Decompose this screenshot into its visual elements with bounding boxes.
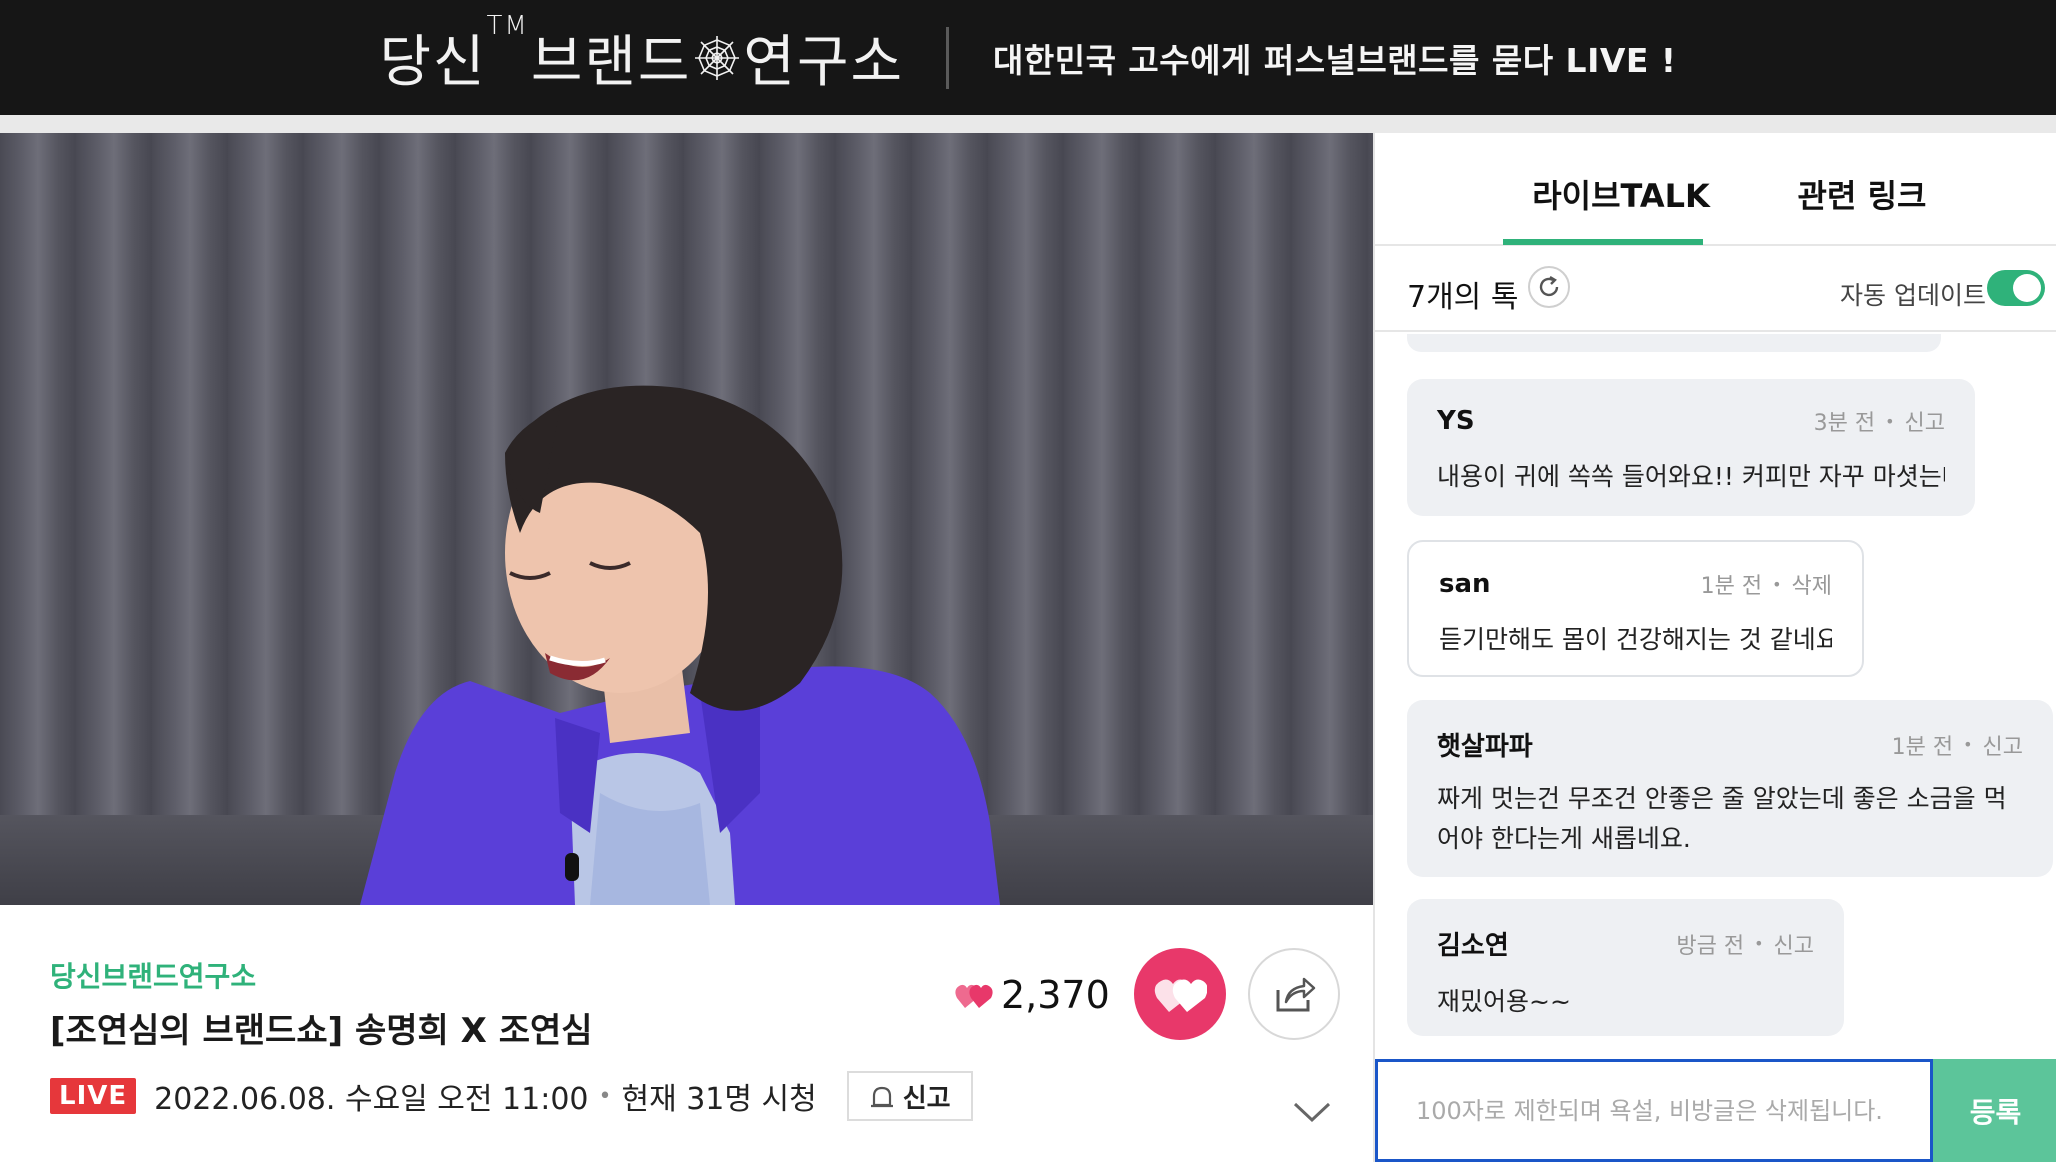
broadcast-meta: LIVE 2022.06.08. 수요일 오전 11:00 • 현재 31명 시… — [50, 1071, 973, 1121]
chat-panel: 라이브TALK 관련 링크 7개의 톡 자동 업데이트 YS 3분 전 • 신고 — [1373, 133, 2056, 1162]
tab-related-links[interactable]: 관련 링크 — [1777, 171, 1947, 217]
chat-message-partial — [1407, 334, 1941, 352]
meta-dot: • — [1754, 934, 1764, 953]
message-text: 재밌어용~~ — [1437, 987, 1571, 1016]
broadcast-date: 2022.06.08. 수요일 오전 11:00 — [154, 1082, 589, 1117]
chat-message: 햇살파파 1분 전 • 신고 짜게 멋는건 무조건 안좋은 줄 알았는데 좋은 … — [1407, 700, 2053, 877]
tab-live-talk[interactable]: 라이브TALK — [1521, 171, 1721, 217]
viewer-count: 현재 31명 시청 — [621, 1082, 817, 1117]
chat-message: 김소연 방금 전 • 신고 재밌어용~~ — [1407, 899, 1844, 1036]
live-badge: LIVE — [50, 1078, 137, 1114]
refresh-button[interactable] — [1528, 266, 1570, 308]
message-time: 1분 전 — [1891, 734, 1954, 760]
brand-logo-text-2: 브랜드 — [530, 30, 692, 95]
share-icon — [1276, 977, 1316, 1012]
like-count: 2,370 — [1001, 973, 1110, 1017]
message-meta: 1분 전 • 삭제 — [1701, 568, 1832, 600]
brand-logo: 당신 TM 브랜드 연구소 — [379, 11, 904, 98]
toggle-knob — [2013, 274, 2041, 302]
message-report-link[interactable]: 신고 — [1774, 928, 1814, 960]
message-text: 내용이 귀에 쏙쏙 들어와요!! 커피만 자꾸 마셧는데 ㅈ — [1437, 462, 1945, 491]
spider-web-icon — [695, 35, 740, 80]
video-title: [조연심의 브랜드쇼] 송명희 X 조연심 — [50, 1011, 593, 1051]
message-author: 햇살파파 — [1437, 732, 1533, 762]
brand-logo-text-3: 연구소 — [743, 30, 904, 95]
submit-button[interactable]: 등록 — [1933, 1059, 2056, 1162]
banner-gap — [0, 115, 2056, 133]
message-delete-link[interactable]: 삭제 — [1792, 568, 1832, 600]
meta-dot: • — [1963, 735, 1973, 754]
talk-count: 7개의 톡 — [1407, 280, 1519, 315]
message-text: 듣기만해도 몸이 건강해지는 것 같네요~!! — [1439, 625, 1832, 654]
refresh-icon — [1539, 275, 1559, 297]
channel-name[interactable]: 당신브랜드연구소 — [50, 955, 256, 995]
chat-input[interactable] — [1375, 1059, 1933, 1162]
report-label: 신고 — [902, 1083, 951, 1114]
message-meta: 3분 전 • 신고 — [1814, 405, 1945, 437]
like-counter: 2,370 — [955, 973, 1110, 1017]
chat-message-list[interactable]: YS 3분 전 • 신고 내용이 귀에 쏙쏙 들어와요!! 커피만 자꾸 마셧는… — [1375, 334, 2056, 1057]
chat-message: YS 3분 전 • 신고 내용이 귀에 쏙쏙 들어와요!! 커피만 자꾸 마셧는… — [1407, 379, 1975, 516]
share-button[interactable] — [1248, 948, 1340, 1040]
message-author: san — [1439, 569, 1491, 599]
message-time: 방금 전 — [1676, 933, 1745, 959]
message-time: 1분 전 — [1700, 574, 1763, 599]
chat-header: 7개의 톡 자동 업데이트 — [1375, 248, 2056, 332]
chat-message: san 1분 전 • 삭제 듣기만해도 몸이 건강해지는 것 같네요~!! — [1407, 540, 1864, 677]
active-tab-indicator — [1503, 239, 1703, 245]
chevron-down-icon[interactable] — [1292, 1100, 1332, 1124]
chat-input-area: 등록 — [1375, 1059, 2056, 1162]
video-player[interactable] — [0, 133, 1373, 905]
chat-tabs: 라이브TALK 관련 링크 — [1375, 133, 2056, 246]
message-report-link[interactable]: 신고 — [1905, 405, 1945, 437]
presenter-figure — [360, 385, 1000, 905]
message-report-link[interactable]: 신고 — [1983, 729, 2023, 761]
report-button[interactable]: 신고 — [846, 1071, 973, 1121]
banner-divider — [945, 26, 949, 89]
hearts-icon — [955, 984, 993, 1008]
message-meta: 1분 전 • 신고 — [1892, 729, 2023, 761]
video-info: 당신브랜드연구소 [조연심의 브랜드쇼] 송명희 X 조연심 2,370 LIV… — [0, 905, 1373, 1162]
auto-update-label: 자동 업데이트 — [1840, 281, 1986, 310]
meta-separator: • — [598, 1083, 612, 1109]
meta-dot: • — [1885, 411, 1895, 431]
banner-tagline: 대한민국 고수에게 퍼스널브랜드를 묻다 LIVE ! — [992, 40, 1677, 80]
brand-logo-text-1: 당신 — [379, 30, 487, 95]
meta-dot: • — [1772, 574, 1782, 594]
double-heart-icon — [1154, 979, 1207, 1012]
message-time: 3분 전 — [1813, 411, 1876, 436]
message-author: YS — [1437, 406, 1475, 436]
message-text: 짜게 멋는건 무조건 안좋은 줄 알았는데 좋은 소금을 먹어야 한다는게 새롭… — [1437, 784, 2007, 853]
trademark-mark: TM — [486, 11, 529, 41]
message-author: 김소연 — [1437, 931, 1509, 961]
like-button[interactable] — [1134, 948, 1226, 1040]
auto-update-toggle[interactable] — [1987, 270, 2045, 306]
siren-icon — [870, 1086, 893, 1108]
top-banner: 당신 TM 브랜드 연구소 대한민국 고수에게 퍼스널브랜드를 묻다 LIVE … — [0, 0, 2056, 115]
message-meta: 방금 전 • 신고 — [1676, 928, 1814, 960]
